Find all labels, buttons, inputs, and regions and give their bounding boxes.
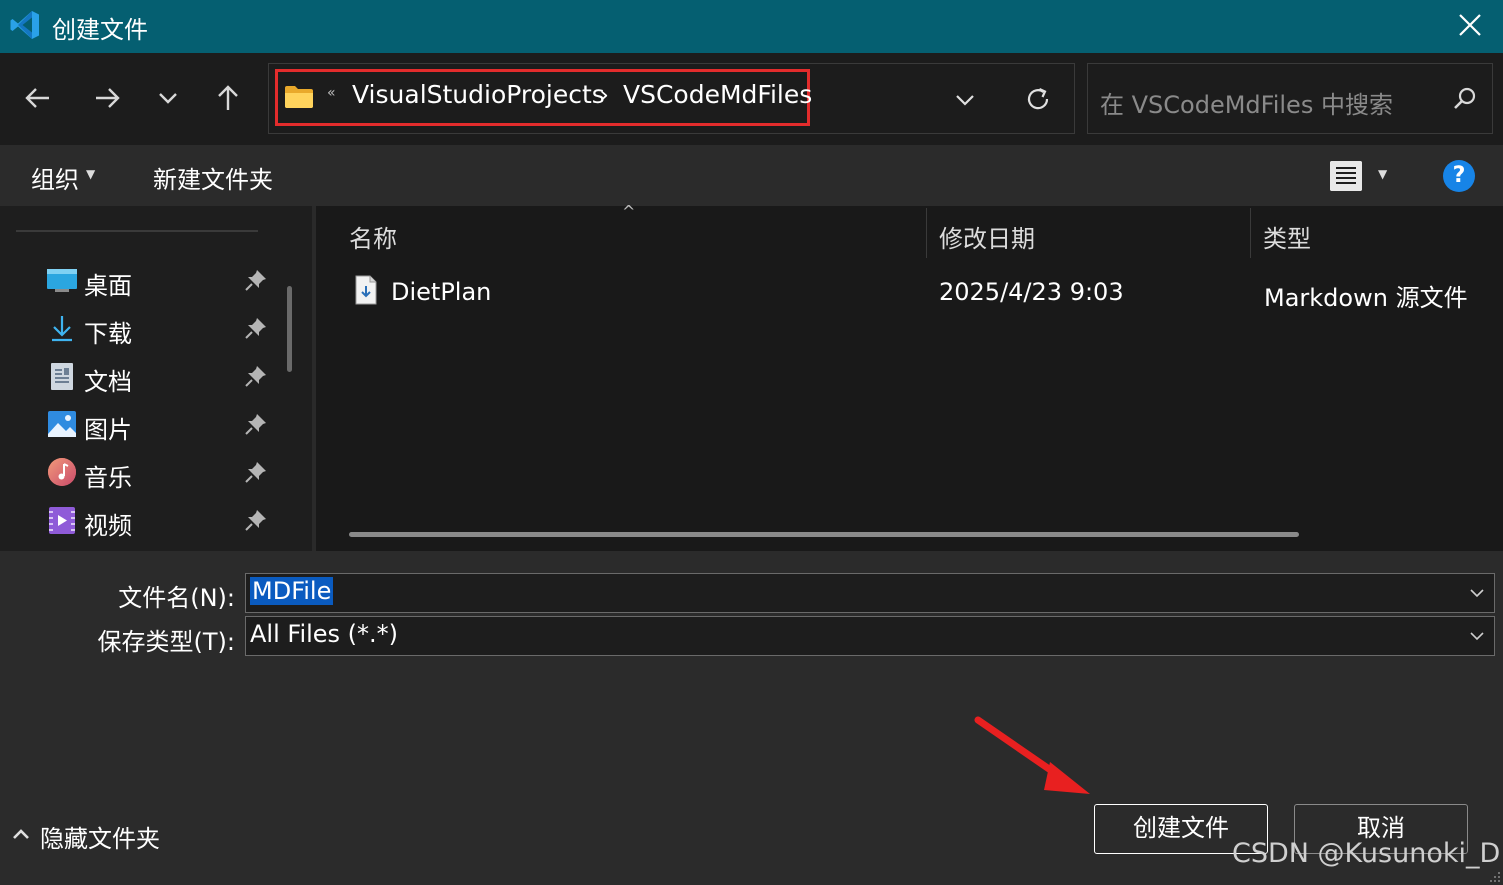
sidebar-scrollbar[interactable] — [287, 286, 292, 372]
vscode-icon — [10, 11, 39, 39]
sidebar-item-music[interactable]: 音乐 — [46, 452, 276, 492]
sidebar-item-desktop[interactable]: 桌面 — [46, 260, 276, 300]
navigation-pane: 桌面 下载 文档 图片 音乐 视频 — [0, 206, 312, 551]
column-header-date[interactable]: 修改日期 — [939, 219, 1035, 254]
divider — [16, 230, 258, 232]
resize-grip-icon[interactable] — [1487, 869, 1501, 883]
music-icon — [48, 458, 76, 486]
pin-icon[interactable] — [244, 460, 268, 484]
organize-menu[interactable]: 组织 — [31, 160, 79, 195]
sidebar-item-documents[interactable]: 文档 — [46, 356, 276, 396]
file-row[interactable]: DietPlan 2025/4/23 9:03 Markdown 源文件 — [316, 264, 1503, 320]
sidebar-item-label: 音乐 — [84, 464, 132, 492]
annotation-arrow — [974, 716, 1090, 794]
column-separator[interactable] — [1250, 208, 1251, 258]
sidebar-item-downloads[interactable]: 下载 — [46, 308, 276, 348]
sort-caret-icon: ^ — [622, 202, 636, 221]
chevron-up-icon[interactable] — [10, 823, 32, 845]
filename-input[interactable]: MDFile — [250, 577, 334, 605]
search-icon[interactable] — [1452, 86, 1478, 112]
back-arrow-icon[interactable] — [20, 80, 56, 116]
filename-field[interactable]: MDFile — [245, 573, 1495, 613]
watermark: CSDN @Kusunoki_D — [1232, 838, 1501, 869]
address-overflow[interactable]: « — [327, 85, 336, 101]
horizontal-scrollbar[interactable] — [349, 532, 1299, 537]
chevron-down-icon[interactable] — [150, 80, 186, 116]
breadcrumb-vscodemdfiles[interactable]: VSCodeMdFiles — [623, 80, 812, 109]
help-icon[interactable]: ? — [1443, 160, 1475, 192]
breadcrumb-separator[interactable]: › — [599, 80, 609, 109]
hide-folders-label[interactable]: 隐藏文件夹 — [40, 819, 160, 854]
file-list: ^ 名称 修改日期 类型 DietPlan 2025/4/23 9:03 Mar… — [316, 202, 1503, 551]
sidebar-item-label: 下载 — [84, 320, 132, 348]
desktop-icon — [47, 269, 77, 292]
sidebar-item-label: 桌面 — [84, 272, 132, 300]
window-title: 创建文件 — [52, 16, 148, 44]
caret-down-icon[interactable]: ▼ — [86, 167, 95, 181]
pin-icon[interactable] — [244, 316, 268, 340]
search-placeholder[interactable]: 在 VSCodeMdFiles 中搜索 — [1100, 85, 1393, 120]
pin-icon[interactable] — [244, 364, 268, 388]
file-type: Markdown 源文件 — [1264, 284, 1468, 312]
chevron-down-icon[interactable] — [1468, 584, 1486, 602]
close-icon[interactable] — [1455, 10, 1485, 40]
column-separator[interactable] — [926, 208, 927, 258]
file-name[interactable]: DietPlan — [391, 278, 491, 306]
chevron-down-icon[interactable] — [1468, 627, 1486, 645]
search-box[interactable]: 在 VSCodeMdFiles 中搜索 — [1087, 63, 1493, 134]
markdown-file-icon — [355, 275, 377, 305]
filename-label: 文件名(N): — [118, 584, 235, 612]
view-details-icon[interactable] — [1330, 161, 1362, 191]
pin-icon[interactable] — [244, 412, 268, 436]
folder-icon — [285, 86, 313, 108]
column-header-type[interactable]: 类型 — [1263, 219, 1311, 254]
sidebar-item-label: 视频 — [84, 512, 132, 540]
sidebar-item-label: 文档 — [84, 368, 132, 396]
pin-icon[interactable] — [244, 268, 268, 292]
save-options-panel: 文件名(N): MDFile 保存类型(T): All Files (*.*) … — [0, 551, 1503, 885]
address-bar[interactable]: « VisualStudioProjects › VSCodeMdFiles — [268, 63, 1075, 134]
pictures-icon — [48, 411, 76, 437]
filetype-value[interactable]: All Files (*.*) — [250, 620, 398, 648]
documents-icon — [51, 363, 73, 390]
command-bar: 组织 ▼ 新建文件夹 ▼ ? — [0, 145, 1503, 206]
file-date: 2025/4/23 9:03 — [939, 278, 1124, 306]
up-arrow-icon[interactable] — [210, 80, 246, 116]
new-folder-button[interactable]: 新建文件夹 — [153, 160, 273, 195]
sidebar-item-pictures[interactable]: 图片 — [46, 404, 276, 444]
column-header-name[interactable]: 名称 — [349, 219, 397, 254]
refresh-icon[interactable] — [1023, 84, 1053, 114]
filetype-label: 保存类型(T): — [97, 628, 235, 656]
filetype-select[interactable]: All Files (*.*) — [245, 616, 1495, 656]
title-bar: 创建文件 — [0, 0, 1503, 53]
sidebar-item-videos[interactable]: 视频 — [46, 500, 276, 540]
sidebar-item-label: 图片 — [84, 416, 132, 444]
caret-down-icon[interactable]: ▼ — [1378, 167, 1387, 181]
chevron-down-icon[interactable] — [953, 88, 977, 112]
videos-icon — [49, 507, 75, 534]
pin-icon[interactable] — [244, 508, 268, 532]
download-icon — [52, 316, 72, 342]
forward-arrow-icon[interactable] — [89, 80, 125, 116]
navigation-bar: « VisualStudioProjects › VSCodeMdFiles 在… — [0, 53, 1503, 145]
breadcrumb-visualstudioprojects[interactable]: VisualStudioProjects — [352, 80, 605, 109]
